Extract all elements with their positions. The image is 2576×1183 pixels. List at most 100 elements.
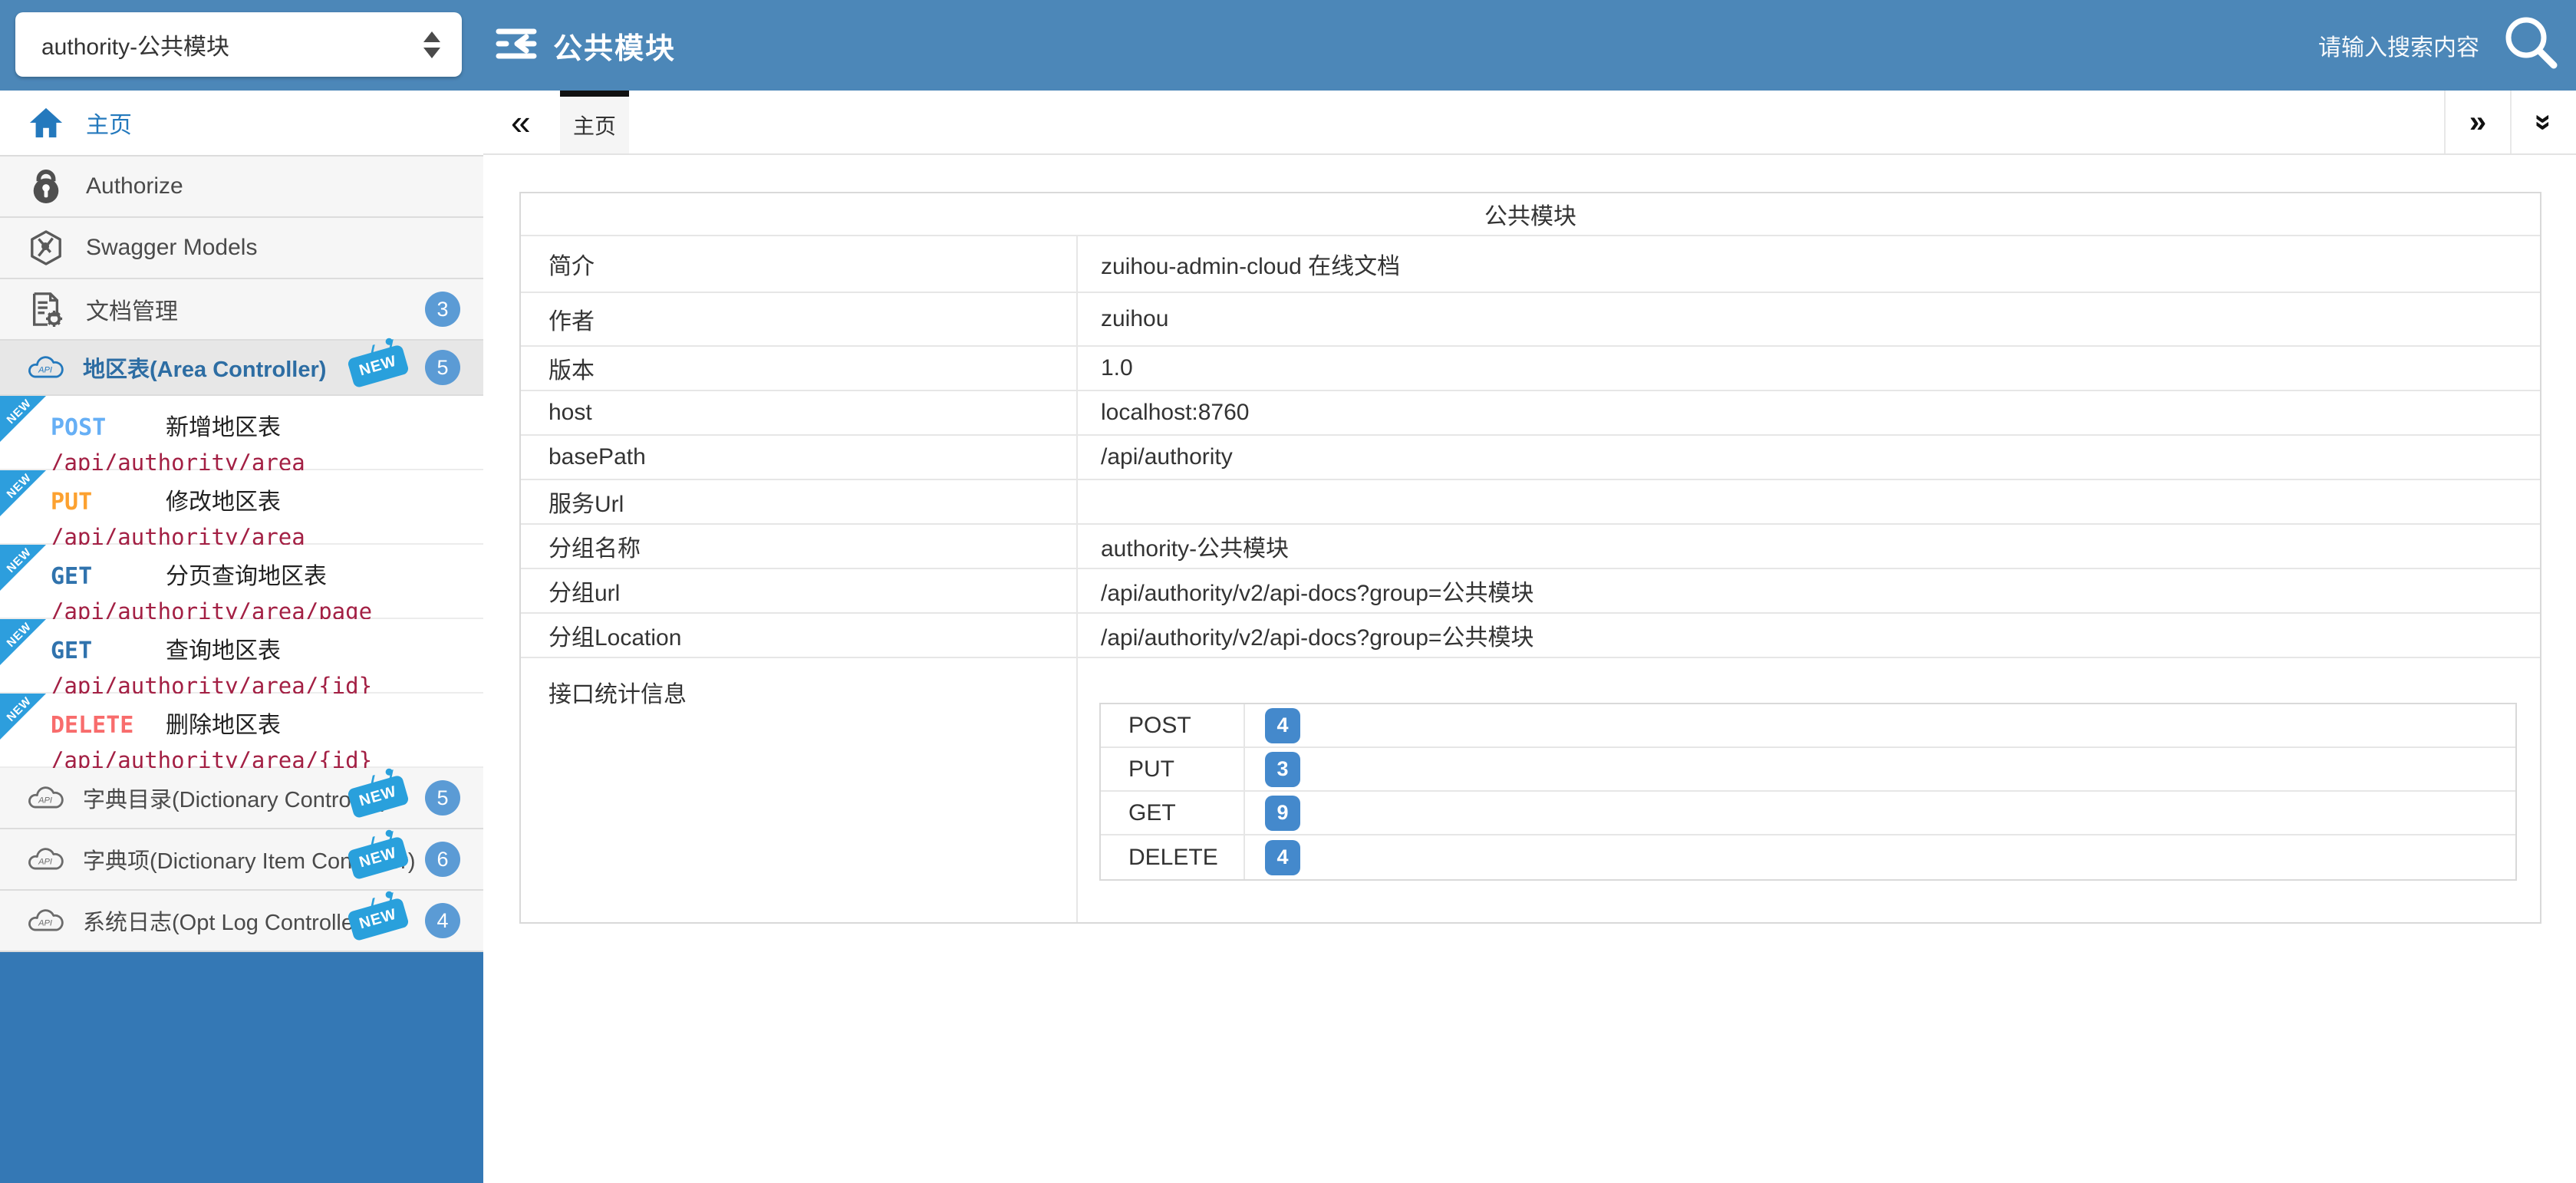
table-row: basePath /api/authority [521,436,2540,480]
api-count-badge: 4 [425,903,460,938]
table-row: 版本 1.0 [521,347,2540,391]
row-value: localhost:8760 [1078,391,2540,434]
method-label: DELETE [51,712,166,739]
stats-count-chip: 4 [1265,840,1300,875]
tab-label: 主页 [573,110,616,140]
table-row-stats: 接口统计信息 POST 4 PUT 3 GET 9 [521,658,2540,922]
search-icon[interactable] [2501,14,2561,77]
new-ribbon-icon: NEW [0,396,46,442]
stats-row: GET 9 [1101,792,2515,835]
row-label: 分组url [521,569,1078,612]
row-label: basePath [521,436,1078,479]
stats-row: DELETE 4 [1101,835,2515,879]
row-value: authority-公共模块 [1078,525,2540,568]
stats-count-chip: 3 [1265,752,1300,787]
tab-home[interactable]: 主页 [560,91,629,153]
document-gear-icon [26,291,66,328]
header-search: 请输入搜索内容 [2318,0,2561,91]
row-label: 服务Url [521,480,1078,523]
sidebar-item-label: Swagger Models [86,235,257,261]
search-input[interactable]: 请输入搜索内容 [2318,28,2479,62]
tabs-collapse-down-icon[interactable]: » [2510,91,2576,153]
sidebar-footer-fill [0,952,483,1183]
align-logo-icon [495,22,538,69]
row-value: POST 4 PUT 3 GET 9 DELETE [1078,658,2540,922]
row-label: 分组名称 [521,525,1078,568]
new-tag-icon: NEW [347,344,410,389]
sidebar-item-home[interactable]: 主页 [0,91,483,157]
endpoint-list: NEW POST 新增地区表 /api/authority/area NEW P… [0,396,483,768]
lock-icon [26,168,66,205]
table-row: 简介 zuihou-admin-cloud 在线文档 [521,236,2540,293]
api-group-select[interactable]: authority-公共模块 [15,12,462,77]
method-label: GET [51,638,166,664]
api-group-select-value: authority-公共模块 [41,28,229,61]
api-count-badge: 3 [425,292,460,327]
controller-label: 字典目录(Dictionary Controller) [83,782,388,814]
endpoint-name: 查询地区表 [166,631,281,665]
sidebar-controller-dictionary[interactable]: API 字典目录(Dictionary Controller) NEW 5 [0,768,483,829]
new-ribbon-icon: NEW [0,619,46,665]
endpoint-get-area-id[interactable]: NEW GET 查询地区表 /api/authority/area/{id} [0,619,483,694]
endpoint-name: 修改地区表 [166,483,281,516]
cloud-api-icon: API [26,783,66,813]
stats-method: GET [1101,792,1245,834]
new-ribbon-icon: NEW [0,694,46,740]
cloud-api-icon: API [26,844,66,875]
svg-text:API: API [38,366,52,375]
endpoint-name: 分页查询地区表 [166,557,327,591]
tabs-scroll-right-icon[interactable]: » [2444,91,2510,153]
row-value: zuihou-admin-cloud 在线文档 [1078,236,2540,292]
method-stats-table: POST 4 PUT 3 GET 9 DELETE [1099,703,2517,881]
endpoint-get-area-page[interactable]: NEW GET 分页查询地区表 /api/authority/area/page [0,545,483,619]
brand: 公共模块 [495,0,676,91]
row-label: host [521,391,1078,434]
sidebar-item-authorize[interactable]: Authorize [0,157,483,218]
sidebar-item-swagger-models[interactable]: Swagger Models [0,218,483,279]
select-updown-icon [423,31,440,58]
svg-text:API: API [38,796,52,806]
tabs-scroll-left-icon[interactable]: « [511,101,531,143]
api-count-badge: 5 [425,780,460,816]
stats-row: POST 4 [1101,704,2515,748]
top-header-bar: authority-公共模块 公共模块 请输入搜索内 [0,0,2576,91]
row-label: 接口统计信息 [521,658,1078,922]
sidebar-item-label: 主页 [86,106,132,140]
endpoint-post-area[interactable]: NEW POST 新增地区表 /api/authority/area [0,396,483,470]
stats-row: PUT 3 [1101,748,2515,792]
api-count-badge: 6 [425,842,460,877]
new-ribbon-icon: NEW [0,470,46,516]
endpoint-name: 删除地区表 [166,706,281,740]
row-value [1078,480,2540,523]
table-row: 服务Url [521,480,2540,525]
table-row: 分组名称 authority-公共模块 [521,525,2540,569]
sidebar-controller-dictionary-item[interactable]: API 字典项(Dictionary Item Controller) NEW … [0,829,483,891]
table-row: 作者 zuihou [521,293,2540,347]
sidebar-item-doc-manage[interactable]: 文档管理 3 [0,279,483,341]
controller-label: 地区表(Area Controller) [83,351,326,384]
endpoint-put-area[interactable]: NEW PUT 修改地区表 /api/authority/area [0,470,483,545]
stats-method: PUT [1101,748,1245,790]
method-label: PUT [51,489,166,516]
method-label: POST [51,414,166,441]
sidebar: 主页 Authorize [0,91,483,1183]
table-title: 公共模块 [521,193,2540,236]
stats-count-chip: 9 [1265,796,1300,831]
row-label: 分组Location [521,614,1078,657]
page-title: 公共模块 [553,25,676,67]
row-label: 作者 [521,293,1078,345]
cloud-api-icon: API [26,352,66,383]
row-label: 版本 [521,347,1078,390]
sidebar-controller-opt-log[interactable]: API 系统日志(Opt Log Controller) NEW 4 [0,891,483,952]
sidebar-controller-area[interactable]: API 地区表(Area Controller) NEW 5 [0,341,483,396]
endpoint-delete-area[interactable]: NEW DELETE 删除地区表 /api/authority/area/{id… [0,694,483,768]
stats-method: DELETE [1101,835,1245,879]
hexagon-model-icon [26,229,66,266]
sidebar-item-label: Authorize [86,173,183,199]
cloud-api-icon: API [26,905,66,936]
sidebar-item-label: 文档管理 [86,292,178,326]
row-value: zuihou [1078,293,2540,345]
svg-text:API: API [38,919,52,928]
table-row: host localhost:8760 [521,391,2540,436]
row-value: /api/authority/v2/api-docs?group=公共模块 [1078,569,2540,612]
